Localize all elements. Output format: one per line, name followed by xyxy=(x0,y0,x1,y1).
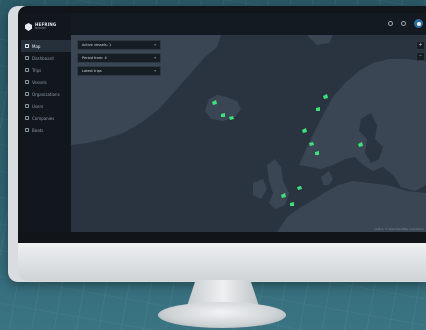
chevron-down-icon: ▾ xyxy=(154,56,156,60)
sidebar-item-organizations[interactable]: Organizations xyxy=(21,88,71,100)
vessel-marker xyxy=(302,128,307,133)
map-filters: Active vessels: 1 ▾ Period from: 4 ▾ Lat… xyxy=(77,40,161,79)
sidebar-item-label: Dashboard xyxy=(32,55,54,61)
logo-icon xyxy=(25,23,32,31)
notification-icon[interactable] xyxy=(388,21,393,26)
sidebar-item-companies[interactable]: Companies xyxy=(21,112,71,124)
companies-icon xyxy=(25,116,29,120)
user-icon xyxy=(416,21,421,26)
sidebar-item-users[interactable]: Users xyxy=(21,100,71,112)
sidebar-item-vessels[interactable]: Vessels xyxy=(21,76,71,88)
boats-icon xyxy=(25,128,29,132)
sidebar-item-boats[interactable]: Boats xyxy=(21,124,71,136)
chevron-down-icon: ▾ xyxy=(154,69,156,73)
monitor-chin xyxy=(18,243,426,281)
vessel-marker xyxy=(316,107,320,111)
sidebar-item-dashboard[interactable]: Dashboard xyxy=(21,52,71,64)
sidebar-item-label: Boats xyxy=(32,127,44,133)
map-attribution[interactable]: Leaflet | © OpenStreetMap contributors xyxy=(374,228,424,231)
organization-icon xyxy=(25,92,29,96)
vessel-icon xyxy=(25,80,29,84)
chevron-down-icon: ▾ xyxy=(154,43,156,47)
sidebar-item-label: Trips xyxy=(32,67,42,73)
zoom-out-button[interactable]: – xyxy=(416,52,425,61)
monitor-stand-base xyxy=(158,302,286,328)
land-iceland xyxy=(205,95,241,121)
filter-label: Latest trips xyxy=(82,69,102,73)
avatar[interactable] xyxy=(414,19,423,28)
filter-active-vessels[interactable]: Active vessels: 1 ▾ xyxy=(77,40,161,50)
users-icon xyxy=(25,104,29,108)
land-great-britain xyxy=(267,159,289,209)
settings-icon[interactable] xyxy=(401,21,406,26)
land-denmark xyxy=(321,171,333,185)
vessel-marker xyxy=(290,202,294,206)
map-zoom-controls: + – xyxy=(416,41,425,63)
filter-latest-trips[interactable]: Latest trips ▾ xyxy=(77,66,161,76)
vessel-marker xyxy=(297,186,302,190)
topbar xyxy=(71,13,426,36)
land-svalbard xyxy=(307,35,333,45)
sidebar-item-label: Vessels xyxy=(32,79,47,85)
logo-subtitle: MARINE xyxy=(35,27,46,30)
app-logo[interactable]: HEFRING MARINE xyxy=(25,23,56,31)
app-screen: HEFRING MARINE Map Dashboard Trips Vesse… xyxy=(21,13,426,232)
sidebar-item-map[interactable]: Map xyxy=(21,40,71,52)
map-icon xyxy=(25,44,29,48)
sidebar: HEFRING MARINE Map Dashboard Trips Vesse… xyxy=(21,13,72,232)
sidebar-item-label: Users xyxy=(32,103,44,109)
vessel-marker xyxy=(323,94,328,99)
land-ireland xyxy=(253,179,267,199)
sidebar-item-label: Map xyxy=(32,43,41,49)
trips-icon xyxy=(25,68,29,72)
sidebar-nav: Map Dashboard Trips Vessels Organization… xyxy=(21,40,71,136)
dashboard-icon xyxy=(25,56,29,60)
sidebar-item-label: Companies xyxy=(32,115,55,121)
filter-label: Active vessels: 1 xyxy=(82,43,112,47)
zoom-in-button[interactable]: + xyxy=(416,41,425,50)
sidebar-item-trips[interactable]: Trips xyxy=(21,64,71,76)
sidebar-item-label: Organizations xyxy=(32,91,60,97)
filter-label: Period from: 4 xyxy=(82,56,107,60)
filter-period[interactable]: Period from: 4 ▾ xyxy=(77,53,161,63)
